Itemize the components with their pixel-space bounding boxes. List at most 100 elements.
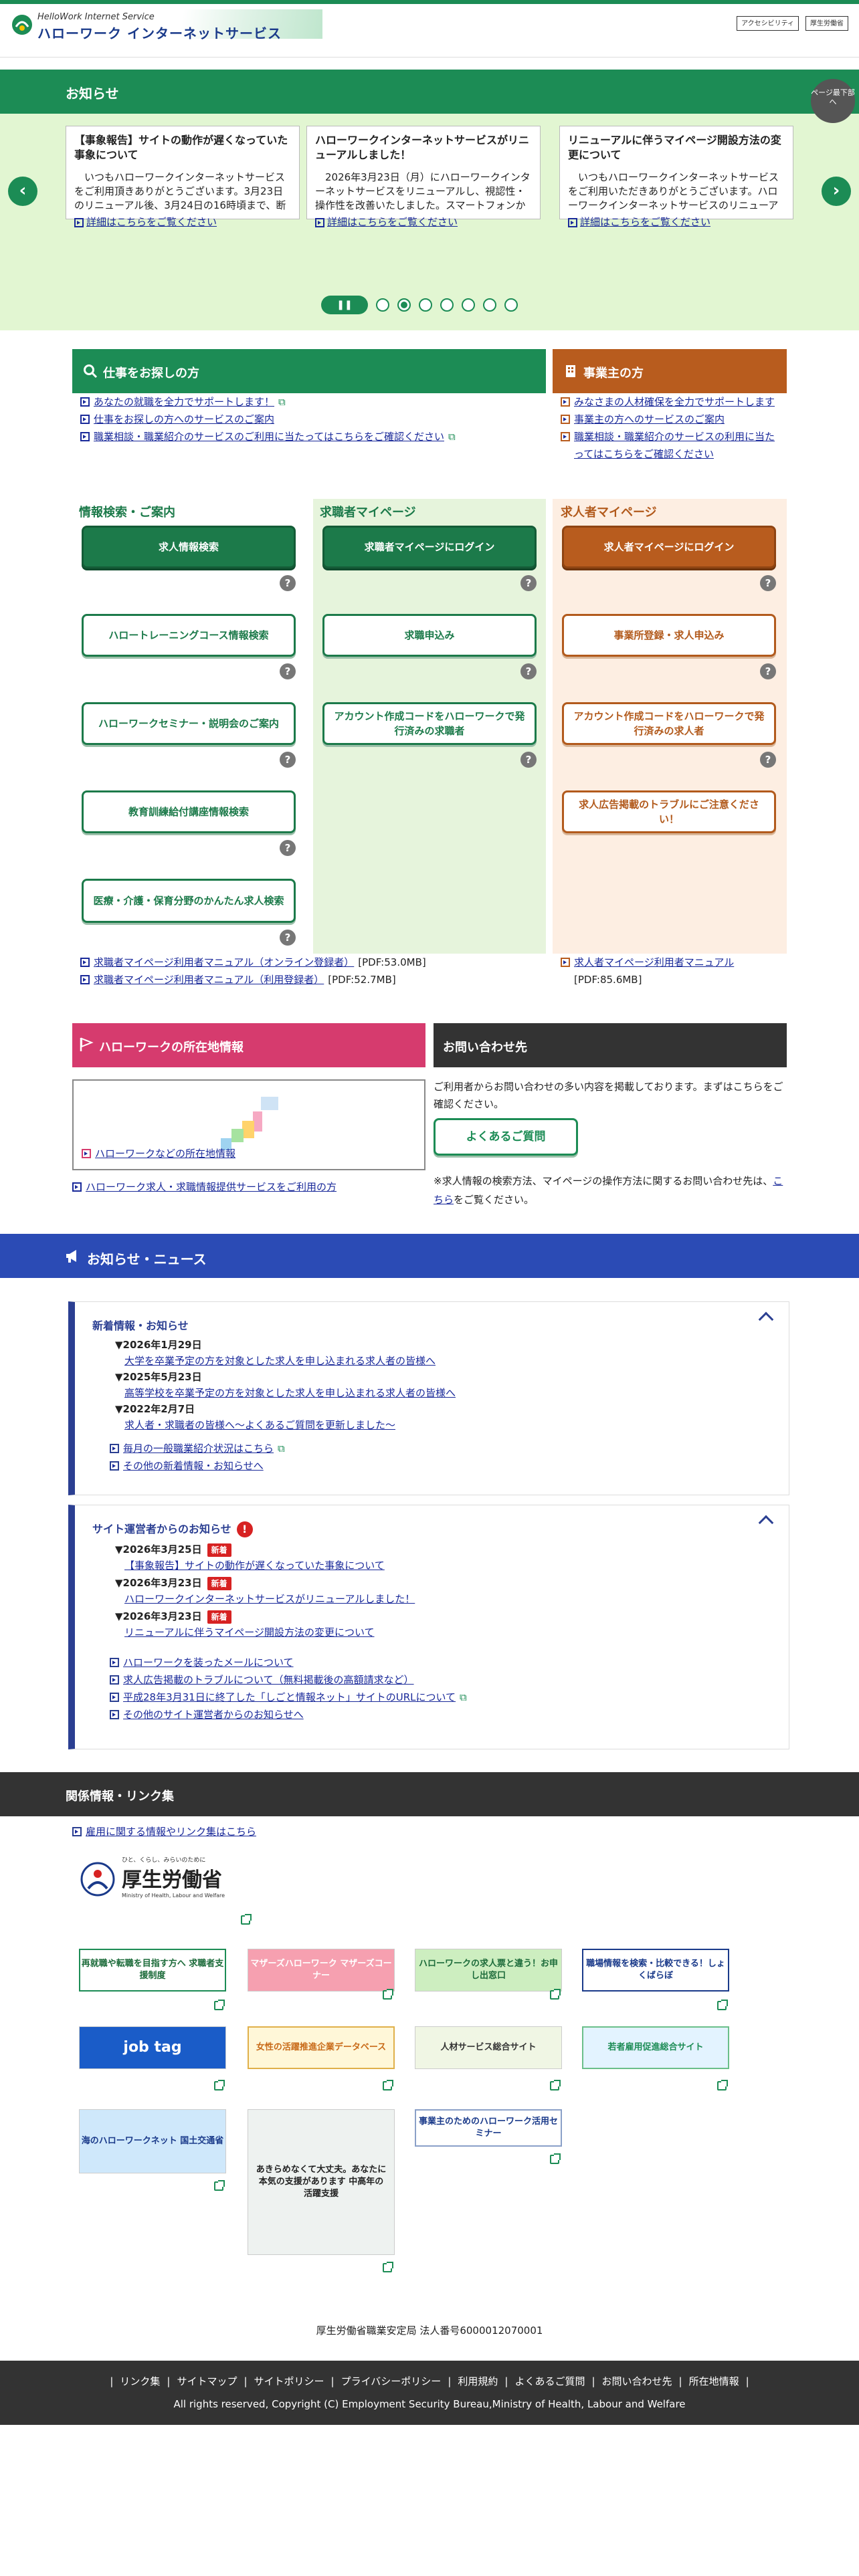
help-icon[interactable]: ?: [520, 663, 537, 679]
accessibility-badge[interactable]: アクセシビリティ: [737, 16, 799, 31]
carousel-dot[interactable]: [483, 298, 496, 312]
education-course-button[interactable]: 教育訓練給付講座情報検索: [82, 790, 296, 833]
footer-link-contact[interactable]: お問い合わせ先: [602, 2375, 672, 2387]
seminar-button[interactable]: ハローワークセミナー・説明会のご案内: [82, 702, 296, 745]
banner-youth-employment[interactable]: 若者雇用促進総合サイト: [582, 2026, 729, 2069]
seeker-link-notes[interactable]: 職業相談・職業紹介のサービスのご利用に当たってはこちらをご確認ください: [94, 428, 444, 445]
mhlw-logo[interactable]: ひと、くらし、みらいのために 厚生労働省 Ministry of Health,…: [80, 1852, 254, 1906]
link-arrow-icon: [110, 1658, 119, 1667]
footer-link-terms[interactable]: 利用規約: [458, 2375, 498, 2387]
notice-card-link[interactable]: 詳細はこちらをご覧ください: [580, 215, 710, 229]
seeker-link-support[interactable]: あなたの就職を全力でサポートします！: [94, 393, 274, 411]
employer-link-support[interactable]: みなさまの人材確保を全力でサポートします: [574, 393, 775, 411]
notice-card-3[interactable]: リニューアルに伴うマイページ開設方法の変更について いつもハローワークインターネ…: [559, 126, 793, 228]
help-icon[interactable]: ?: [280, 930, 296, 946]
carousel-next-button[interactable]: ›: [822, 177, 851, 206]
news-link[interactable]: ハローワークインターネットサービスがリニューアルしました！: [124, 1593, 415, 1605]
banner-middle-age-support[interactable]: あきらめなくて大丈夫。あなたに本気の支援があります 中高年の活躍支援: [248, 2109, 395, 2255]
employment-info-link[interactable]: 雇用に関する情報やリンク集はこちら: [86, 1824, 256, 1838]
news-panel-latest: 新着情報・お知らせ ▼2026年1月29日 大学を卒業予定の方を対象とした求人を申…: [68, 1301, 789, 1495]
notice-card-link[interactable]: 詳細はこちらをご覧ください: [327, 215, 458, 229]
carousel-dot[interactable]: [504, 298, 518, 312]
chevron-up-icon[interactable]: [758, 1311, 774, 1327]
seeker-account-code-button[interactable]: アカウント作成コードをハローワークで発行済みの求職者: [322, 702, 537, 745]
notice-card-2[interactable]: ハローワークインターネットサービスがリニューアルしました！ 2026年3月23日…: [306, 126, 541, 228]
employer-login-button[interactable]: 求人者マイページにログイン: [562, 526, 776, 568]
banner-job-seeker-support[interactable]: 再就職や転職を目指す方へ 求職者支援制度: [79, 1949, 226, 1992]
banner-sea-hellowork[interactable]: 海のハローワークネット 国土交通省: [79, 2109, 226, 2173]
footer-link-location[interactable]: 所在地情報: [689, 2375, 739, 2387]
carousel-dot[interactable]: [419, 298, 432, 312]
employer-account-code-button[interactable]: アカウント作成コードをハローワークで発行済みの求人者: [562, 702, 776, 745]
employer-register-button[interactable]: 事業所登録・求人申込み: [562, 614, 776, 657]
footer-link-privacy[interactable]: プライバシーポリシー: [341, 2375, 442, 2387]
more-operator-news-link[interactable]: その他のサイト運営者からのお知らせへ: [123, 1706, 304, 1723]
page-bottom-button[interactable]: ページ最下部へ: [811, 79, 855, 123]
carousel-dot[interactable]: [462, 298, 475, 312]
location-map-box[interactable]: ハローワークなどの所在地情報: [72, 1079, 425, 1170]
news-link[interactable]: 大学を卒業予定の方を対象とした求人を申し込まれる求人者の皆様へ: [124, 1355, 436, 1367]
banner-women-active-db[interactable]: 女性の活躍推進企業データベース: [248, 2026, 395, 2069]
help-icon[interactable]: ?: [760, 575, 776, 591]
job-info-service-link[interactable]: ハローワーク求人・求職情報提供サービスをご利用の方: [86, 1180, 337, 1194]
employer-link-notes[interactable]: 職業相談・職業紹介のサービスの利用に当たってはこちらをご確認ください: [574, 428, 781, 463]
shigoto-net-link[interactable]: 平成28年3月31日に終了した「しごと情報ネット」サイトのURLについて: [123, 1689, 456, 1706]
ad-trouble-link[interactable]: 求人広告掲載のトラブルについて（無料掲載後の高額請求など）: [123, 1671, 414, 1689]
carousel-dot[interactable]: [440, 298, 454, 312]
news-date: ▼2026年1月29日: [115, 1339, 202, 1351]
external-link-icon: [717, 2080, 728, 2090]
manual-registered-link[interactable]: 求職者マイページ利用者マニュアル（利用登録者）: [94, 971, 324, 988]
news-link[interactable]: 高等学校を卒業予定の方を対象とした求人を申し込まれる求人者の皆様へ: [124, 1387, 456, 1399]
mhlw-badge[interactable]: 厚生労働省: [805, 16, 848, 31]
faq-button[interactable]: よくあるご質問: [434, 1118, 578, 1156]
notice-card-1[interactable]: 【事象報告】サイトの動作が遅くなっていた事象について いつもハローワークインター…: [66, 126, 300, 228]
news-link[interactable]: リニューアルに伴うマイページ開設方法の変更について: [124, 1626, 375, 1638]
banner-mothers-hellowork[interactable]: マザーズハローワーク マザーズコーナー: [248, 1949, 395, 1992]
seeker-link-services[interactable]: 仕事をお探しの方へのサービスのご案内: [94, 411, 274, 428]
help-icon[interactable]: ?: [280, 663, 296, 679]
banner-job-complaint[interactable]: ハローワークの求人票と違う！お申し出窓口: [415, 1949, 562, 1992]
help-icon[interactable]: ?: [280, 752, 296, 768]
notice-card-link[interactable]: 詳細はこちらをご覧ください: [86, 215, 217, 229]
location-link[interactable]: ハローワークなどの所在地情報: [95, 1146, 235, 1160]
new-badge: 新着: [207, 1610, 231, 1624]
carousel-prev-button[interactable]: ‹: [8, 177, 37, 206]
chevron-up-icon[interactable]: [758, 1515, 774, 1531]
more-news-link[interactable]: その他の新着情報・お知らせへ: [123, 1457, 264, 1475]
manual-online-link[interactable]: 求職者マイページ利用者マニュアル（オンライン登録者）: [94, 954, 354, 971]
footer-link-faq[interactable]: よくあるご質問: [514, 2375, 585, 2387]
footer-link-site-policy[interactable]: サイトポリシー: [254, 2375, 324, 2387]
care-job-search-button[interactable]: 医療・介護・保育分野のかんたん求人検索: [82, 879, 296, 923]
news-link[interactable]: 求人者・求職者の皆様へ～よくあるご質問を更新しました～: [124, 1419, 395, 1431]
fake-mail-link[interactable]: ハローワークを装ったメールについて: [123, 1654, 294, 1671]
training-search-button[interactable]: ハロートレーニングコース情報検索: [82, 614, 296, 657]
carousel-dot-active[interactable]: [397, 298, 411, 312]
banner-job-tag[interactable]: job tag: [79, 2026, 226, 2069]
banner-employer-seminar[interactable]: 事業主のためのハローワーク活用セミナー: [415, 2109, 562, 2147]
job-search-button[interactable]: 求人情報検索: [82, 526, 296, 568]
help-icon[interactable]: ?: [760, 752, 776, 768]
news-link[interactable]: 【事象報告】サイトの動作が遅くなっていた事象について: [124, 1560, 385, 1572]
seeker-apply-button[interactable]: 求職申込み: [322, 614, 537, 657]
monthly-status-link[interactable]: 毎月の一般職業紹介状況はこちら: [123, 1440, 274, 1457]
link-arrow-icon: [110, 1675, 119, 1685]
help-icon[interactable]: ?: [520, 575, 537, 591]
ad-trouble-button[interactable]: 求人広告掲載のトラブルにご注意ください！: [562, 790, 776, 833]
manual-online-size: [PDF:53.0MB]: [358, 956, 426, 968]
carousel-pause-button[interactable]: ❚❚: [321, 296, 368, 314]
site-logo[interactable]: HelloWork Internet Service ハローワーク インターネッ…: [8, 9, 322, 41]
footer-link-sitemap[interactable]: サイトマップ: [177, 2375, 237, 2387]
help-icon[interactable]: ?: [760, 663, 776, 679]
flag-icon: [80, 1037, 94, 1051]
employer-link-services[interactable]: 事業主の方へのサービスのご案内: [574, 411, 725, 428]
link-arrow-icon: [561, 397, 570, 407]
help-icon[interactable]: ?: [520, 752, 537, 768]
seeker-login-button[interactable]: 求職者マイページにログイン: [322, 526, 537, 568]
manual-employer-link[interactable]: 求人者マイページ利用者マニュアル: [574, 956, 734, 968]
help-icon[interactable]: ?: [280, 840, 296, 856]
help-icon[interactable]: ?: [280, 575, 296, 591]
banner-shokubarabo[interactable]: 職場情報を検索・比較できる！しょくばらぼ: [582, 1949, 729, 1992]
footer-link-links[interactable]: リンク集: [120, 2375, 160, 2387]
carousel-dot[interactable]: [376, 298, 389, 312]
banner-hr-service-site[interactable]: 人材サービス総合サイト: [415, 2026, 562, 2069]
